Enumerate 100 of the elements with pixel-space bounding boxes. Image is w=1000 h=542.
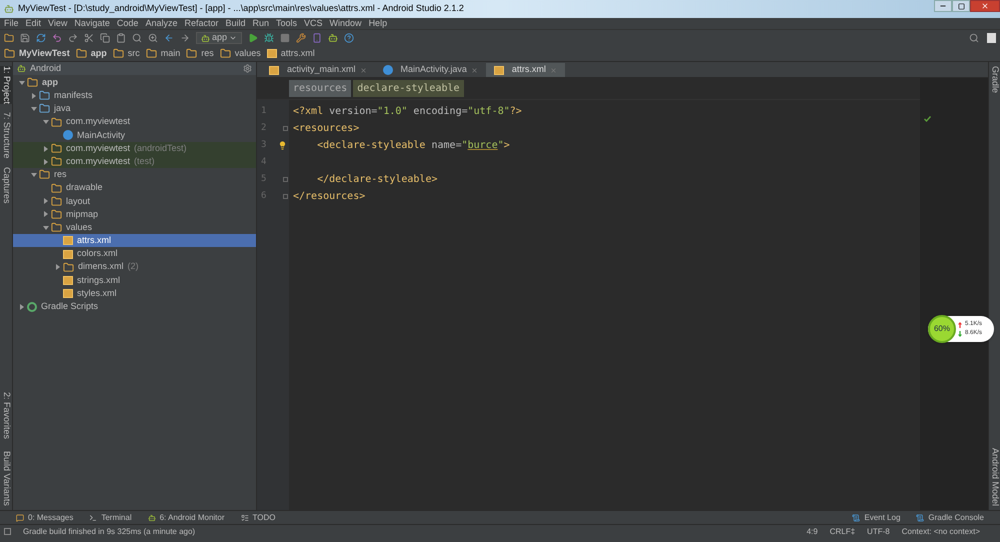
breadcrumb-item[interactable]: app (76, 46, 107, 60)
search-icon[interactable] (969, 33, 979, 43)
tree-item[interactable]: layout (13, 194, 256, 208)
breadcrumb-item[interactable]: MyViewTest (4, 46, 70, 60)
menu-item[interactable]: Build (225, 16, 246, 30)
run-config-dropdown[interactable]: app (196, 32, 242, 44)
expanded-arrow-icon[interactable] (43, 119, 49, 126)
cut-icon[interactable] (84, 33, 94, 43)
tool-window-tab[interactable]: Gradle Console (916, 512, 984, 524)
run-icon[interactable] (248, 33, 258, 43)
menu-item[interactable]: Refactor (184, 16, 218, 30)
folder-icon (51, 182, 62, 194)
menu-item[interactable]: Edit (26, 16, 42, 30)
tree-item[interactable]: attrs.xml (13, 234, 256, 248)
tree-item[interactable]: java (13, 102, 256, 116)
tool-window-tab[interactable]: Captures (0, 166, 13, 204)
tool-window-tab[interactable]: 7: Structure (0, 112, 13, 159)
menu-item[interactable]: Window (330, 16, 362, 30)
tool-window-tab[interactable]: TODO (240, 512, 276, 524)
line-separator[interactable]: CRLF‡ (830, 526, 856, 538)
menu-item[interactable]: Analyze (145, 16, 178, 30)
sync-icon[interactable] (36, 33, 46, 43)
tree-item[interactable]: manifests (13, 89, 256, 102)
tree-item[interactable]: styles.xml (13, 287, 256, 300)
tree-item[interactable]: values (13, 221, 256, 234)
lightbulb-icon[interactable] (278, 141, 287, 150)
search-icon[interactable] (132, 33, 142, 43)
menu-item[interactable]: Code (116, 16, 138, 30)
redo-icon[interactable] (68, 33, 78, 43)
collapsed-arrow-icon[interactable] (19, 304, 25, 310)
editor-tab[interactable]: MainActivity.java (374, 63, 486, 77)
tree-item[interactable]: com.myviewtest (13, 116, 256, 129)
code-line: <resources> (293, 122, 360, 136)
tool-window-tab[interactable]: Terminal (89, 512, 132, 524)
editor-tab[interactable]: attrs.xml (486, 63, 565, 77)
tool-window-tab[interactable]: Android Model (988, 448, 1000, 506)
context-label[interactable]: Context: <no context> (902, 526, 980, 538)
breadcrumb-item[interactable]: values (220, 46, 261, 60)
file-encoding[interactable]: UTF-8 (867, 526, 890, 538)
help-icon[interactable] (344, 33, 354, 43)
tool-window-tab[interactable]: 2: Favorites (0, 392, 13, 440)
save-icon[interactable] (20, 33, 30, 43)
tool-window-tab[interactable]: 0: Messages (16, 512, 74, 524)
expanded-arrow-icon[interactable] (31, 172, 37, 178)
fold-marker-icon[interactable] (283, 177, 288, 182)
xml-breadcrumb[interactable]: resources (289, 80, 352, 97)
menu-item[interactable]: Help (368, 16, 388, 30)
tree-item[interactable]: mipmap (13, 208, 256, 222)
tool-window-tab[interactable]: Event Log (852, 512, 900, 524)
tree-item[interactable]: Gradle Scripts (13, 300, 256, 314)
xml-breadcrumb[interactable]: declare-styleable (353, 80, 464, 97)
menu-item[interactable]: Navigate (74, 16, 110, 30)
menu-item[interactable]: Tools (276, 16, 298, 30)
copy-icon[interactable] (100, 33, 110, 43)
breadcrumb-item[interactable]: attrs.xml (266, 46, 315, 60)
undo-icon[interactable] (52, 33, 62, 43)
view-selector[interactable]: Android (30, 62, 62, 76)
tool-window-tab[interactable]: Build Variants (0, 451, 13, 506)
breadcrumb-item[interactable]: res (186, 46, 214, 60)
tool-window-tab[interactable]: 1: Project (0, 66, 13, 104)
menu-item[interactable]: VCS (304, 16, 323, 30)
debug-icon[interactable] (264, 33, 274, 43)
status-icon (4, 528, 11, 535)
tree-item[interactable]: dimens.xml (2) (13, 260, 256, 274)
tree-item[interactable]: MainActivity (13, 128, 256, 142)
settings-icon[interactable] (243, 64, 252, 73)
expanded-arrow-icon[interactable] (31, 106, 37, 112)
breadcrumb-item[interactable]: src (112, 46, 140, 60)
expanded-arrow-icon[interactable] (43, 224, 49, 231)
maximize-button[interactable] (952, 0, 970, 12)
caret-position[interactable]: 4:9 (806, 526, 818, 538)
back-icon[interactable] (164, 33, 174, 43)
tree-item[interactable]: drawable (13, 182, 256, 195)
close-tab-icon[interactable] (360, 66, 367, 74)
menu-item[interactable]: Run (252, 16, 270, 30)
tree-item[interactable]: strings.xml (13, 274, 256, 287)
close-tab-icon[interactable] (470, 66, 478, 74)
paste-icon[interactable] (116, 33, 126, 43)
stop-icon[interactable] (280, 33, 290, 43)
collapsed-arrow-icon[interactable] (31, 92, 37, 99)
breadcrumb-item[interactable]: main (146, 46, 180, 60)
tree-item[interactable]: com.myviewtest (androidTest) (13, 142, 256, 156)
fold-marker-icon[interactable] (283, 126, 288, 131)
tool-window-tab[interactable]: 6: Android Monitor (148, 512, 225, 524)
tree-item[interactable]: res (13, 168, 256, 182)
minimize-button[interactable] (934, 0, 952, 12)
editor-tab[interactable]: activity_main.xml (261, 63, 375, 77)
android-icon (4, 4, 14, 14)
tree-item[interactable]: colors.xml (13, 247, 256, 261)
tool-window-tab[interactable]: Gradle (988, 66, 1000, 94)
menu-item[interactable]: File (4, 16, 19, 30)
folder-icon (51, 196, 62, 207)
tree-item[interactable]: app (13, 76, 256, 90)
forward-icon[interactable] (180, 33, 190, 43)
collapsed-arrow-icon[interactable] (55, 264, 61, 270)
fold-marker-icon[interactable] (283, 194, 288, 199)
expanded-arrow-icon[interactable] (19, 80, 25, 86)
menu-item[interactable]: View (48, 16, 68, 30)
open-folder-icon[interactable] (4, 33, 14, 43)
tree-item[interactable]: com.myviewtest (test) (13, 155, 256, 168)
